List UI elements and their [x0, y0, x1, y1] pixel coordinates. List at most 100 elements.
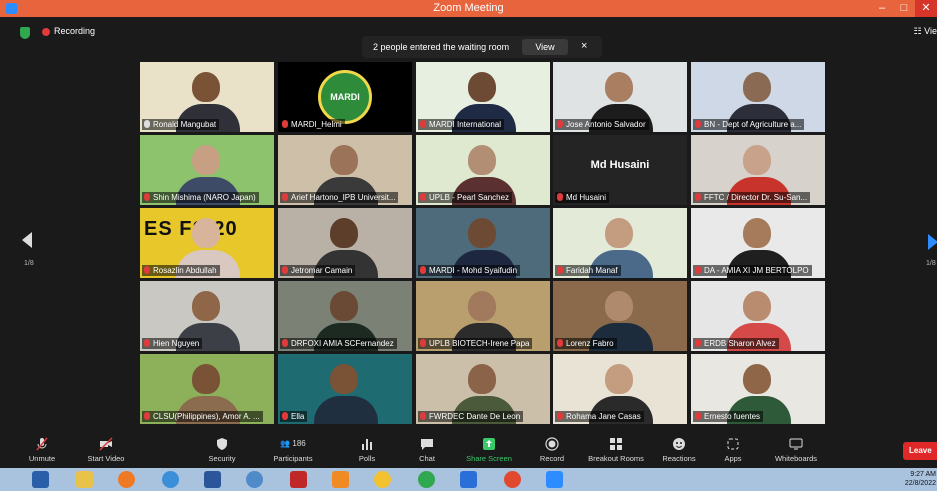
event-banner: ES FS 20: [144, 218, 238, 240]
participants-icon: 👥 186: [280, 439, 306, 448]
chrome-canary-icon[interactable]: [374, 471, 391, 488]
participant-tile[interactable]: Ella: [278, 354, 412, 424]
participant-tile[interactable]: Arief Hartono_IPB Universit...: [278, 135, 412, 205]
participant-name-label: BN - Dept of Agriculture a...: [693, 119, 805, 130]
security-shield-icon[interactable]: [20, 27, 30, 39]
mail-icon[interactable]: [32, 471, 49, 488]
participant-tile[interactable]: CLSU(Philippines), Amor A. ...: [140, 354, 274, 424]
reactions-label: Reactions: [662, 454, 696, 463]
chrome-profile-icon[interactable]: [504, 471, 521, 488]
participant-head: [330, 291, 358, 321]
unmute-label: Unmute: [28, 454, 56, 463]
microphone-icon: [144, 120, 150, 128]
participant-name: Arief Hartono_IPB Universit...: [291, 193, 396, 202]
participant-tile[interactable]: DRFOXI AMIA SCFernandez: [278, 281, 412, 351]
participant-tile[interactable]: ES FS 20 Rosazlin Abdullah: [140, 208, 274, 278]
window-titlebar: Zoom Meeting – □ ✕: [0, 0, 937, 17]
participant-tile[interactable]: Lorenz Fabro: [553, 281, 687, 351]
notification-close-icon[interactable]: ×: [581, 40, 587, 52]
participant-name-label: MARDI International: [418, 119, 505, 130]
notification-view-button[interactable]: View: [522, 39, 568, 55]
next-page-arrow-icon[interactable]: [928, 234, 937, 250]
participant-name-label: FFTC / Director Dr. Su-San...: [693, 192, 811, 203]
participant-name-label: Arief Hartono_IPB Universit...: [280, 192, 399, 203]
participant-tile[interactable]: MARDI International: [416, 62, 550, 132]
participants-button[interactable]: 👥 186 Participants: [268, 434, 318, 468]
participant-tile[interactable]: Faridah Manaf: [553, 208, 687, 278]
vlc-icon[interactable]: [332, 471, 349, 488]
participant-name-label: Md Husaini: [555, 192, 610, 203]
muted-microphone-icon: [557, 193, 563, 201]
firefox-icon[interactable]: [118, 471, 135, 488]
participant-tile[interactable]: UPLB - Pearl Sanchez: [416, 135, 550, 205]
share-screen-button[interactable]: Share Screen: [462, 434, 516, 468]
participant-tile[interactable]: ERDB Sharon Alvez: [691, 281, 825, 351]
view-button[interactable]: ☷ Vie: [914, 26, 937, 37]
chrome-icon[interactable]: [418, 471, 435, 488]
participant-tile[interactable]: UPLB BIOTECH-Irene Papa: [416, 281, 550, 351]
word-icon[interactable]: [204, 471, 221, 488]
participant-name-label: MARDI_Helmi: [280, 119, 345, 130]
participant-name: BN - Dept of Agriculture a...: [704, 120, 802, 129]
whiteboards-button[interactable]: Whiteboards: [768, 434, 824, 468]
participant-name-label: UPLB BIOTECH-Irene Papa: [418, 338, 533, 349]
muted-microphone-icon: [557, 266, 563, 274]
participant-tile[interactable]: Jetromar Camain: [278, 208, 412, 278]
breakout-rooms-button[interactable]: Breakout Rooms: [582, 434, 650, 468]
start-video-button[interactable]: Start Video: [80, 434, 132, 468]
participant-head: [468, 145, 496, 175]
muted-microphone-icon: [144, 339, 150, 347]
page-indicator-left: 1/8: [24, 260, 34, 267]
system-clock[interactable]: 9:27 AM 22/8/2022: [900, 470, 936, 488]
participant-tile[interactable]: FWRDEC Dante De Leon: [416, 354, 550, 424]
participant-head: [330, 218, 358, 248]
participant-name: DRFOXI AMIA SCFernandez: [291, 339, 394, 348]
participant-tile[interactable]: Jose Antonio Salvador: [553, 62, 687, 132]
participant-name: UPLB - Pearl Sanchez: [429, 193, 510, 202]
participant-name: FWRDEC Dante De Leon: [429, 412, 521, 421]
record-button[interactable]: Record: [535, 434, 569, 468]
participant-tile[interactable]: MARDI MARDI_Helmi: [278, 62, 412, 132]
minimize-button[interactable]: –: [871, 0, 893, 17]
participant-head: [743, 291, 771, 321]
apps-button[interactable]: Apps: [718, 434, 748, 468]
unmute-button[interactable]: Unmute: [22, 434, 62, 468]
start-video-label: Start Video: [87, 454, 125, 463]
participant-name: Jose Antonio Salvador: [566, 120, 646, 129]
share-screen-label: Share Screen: [466, 454, 512, 463]
polls-icon: [362, 439, 372, 450]
organization-logo: MARDI: [318, 70, 372, 124]
chat-button[interactable]: Chat: [412, 434, 442, 468]
participant-tile[interactable]: Hien Nguyen: [140, 281, 274, 351]
polls-button[interactable]: Polls: [352, 434, 382, 468]
participant-tile[interactable]: DA - AMIA XI JM BERTOLPO: [691, 208, 825, 278]
video-camera-off-icon: [99, 437, 113, 451]
participant-name: Shin Mishima (NARO Japan): [153, 193, 256, 202]
internet-explorer-icon[interactable]: [162, 471, 179, 488]
zoom-taskbar-icon[interactable]: [546, 471, 563, 488]
participant-name-label: UPLB - Pearl Sanchez: [418, 192, 513, 203]
participant-tile[interactable]: Ernesto fuentes: [691, 354, 825, 424]
file-explorer-icon[interactable]: [76, 471, 93, 488]
leave-meeting-button[interactable]: Leave: [903, 442, 937, 460]
participant-tile[interactable]: MARDI - Mohd Syaifudin: [416, 208, 550, 278]
participant-tile[interactable]: FFTC / Director Dr. Su-San...: [691, 135, 825, 205]
clock-time: 9:27 AM: [910, 471, 936, 478]
previous-page-arrow-icon[interactable]: [22, 232, 32, 248]
participant-tile[interactable]: Rohama Jane Casas: [553, 354, 687, 424]
close-window-button[interactable]: ✕: [915, 0, 937, 17]
participant-name: Ernesto fuentes: [704, 412, 761, 421]
acrobat-icon[interactable]: [290, 471, 307, 488]
participant-tile[interactable]: Md Husaini Md Husaini: [553, 135, 687, 205]
participant-tile[interactable]: Shin Mishima (NARO Japan): [140, 135, 274, 205]
participant-tile[interactable]: BN - Dept of Agriculture a...: [691, 62, 825, 132]
maximize-button[interactable]: □: [893, 0, 915, 17]
media-player-icon[interactable]: [246, 471, 263, 488]
security-button[interactable]: Security: [202, 434, 242, 468]
reactions-button[interactable]: Reactions: [658, 434, 700, 468]
recording-icon: [42, 28, 50, 36]
participant-name-label: Rosazlin Abdullah: [142, 265, 220, 276]
participant-tile[interactable]: Ronald Mangubat: [140, 62, 274, 132]
outlook-icon[interactable]: [460, 471, 477, 488]
participant-name: MARDI - Mohd Syaifudin: [429, 266, 518, 275]
